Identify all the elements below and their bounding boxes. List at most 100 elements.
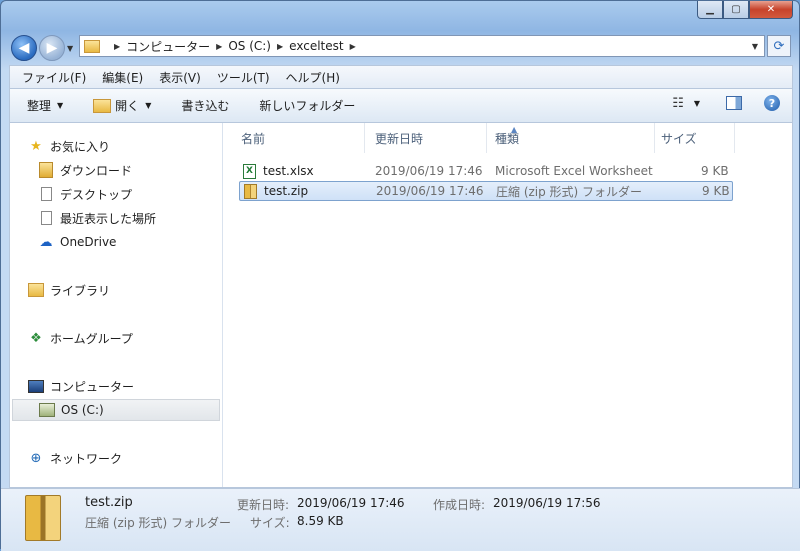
nav-downloads[interactable]: ダウンロード [38,159,132,181]
burn-label: 書き込む [181,99,230,113]
details-file-type: 圧縮 (zip 形式) フォルダー [85,516,232,530]
arrow-right-icon: ▶ [46,40,58,56]
chevron-right-icon[interactable]: ▶ [114,42,120,51]
forward-button[interactable]: ▶ [39,35,65,61]
arrow-left-icon: ◀ [18,40,30,56]
nav-libraries[interactable]: ライブラリ [28,279,110,301]
nav-libraries-label: ライブラリ [50,283,111,298]
nav-recent-places[interactable]: 最近表示した場所 [38,207,156,229]
zip-folder-large-icon [25,495,61,541]
desktop-icon [38,186,54,202]
details-created-label: 作成日時: [433,498,486,512]
nav-recent-label: 最近表示した場所 [60,211,157,226]
star-icon: ★ [30,138,42,154]
computer-icon [28,378,44,394]
nav-drive-c[interactable]: OS (C:) [12,399,220,421]
breadcrumb-drive[interactable]: OS (C:) [228,39,271,53]
file-list: ▲ 名前 更新日時 種類 サイズ X test.xlsx 2019/06/19 … [223,123,792,487]
details-modified-value: 2019/06/19 17:46 [297,496,405,510]
column-type-label: 種類 [495,131,520,146]
file-type: 圧縮 (zip 形式) フォルダー [496,184,643,199]
column-size-label: サイズ [661,131,697,146]
refresh-button[interactable]: ⟳ [767,35,791,57]
details-pane: test.zip 圧縮 (zip 形式) フォルダー 更新日時: 2019/06… [1,488,800,551]
caption-buttons: ▁ ▢ ✕ [697,1,793,19]
chevron-right-icon[interactable]: ▶ [277,42,283,51]
back-button[interactable]: ◀ [11,35,37,61]
menu-edit[interactable]: 編集(E) [102,69,143,86]
burn-button[interactable]: 書き込む [181,97,229,114]
chevron-right-icon[interactable]: ▶ [216,42,222,51]
breadcrumb-computer[interactable]: コンピューター [126,38,210,55]
open-folder-icon [93,98,112,113]
cloud-icon: ☁ [39,234,53,250]
organize-label: 整理 [27,99,52,113]
view-controls: ☷ ▼ ? [672,95,780,111]
open-button[interactable]: 開く ▼ [93,97,151,114]
nav-network[interactable]: ⊕ ネットワーク [28,447,122,469]
menu-bar: ファイル(F) 編集(E) 表示(V) ツール(T) ヘルプ(H) [9,65,793,89]
help-icon[interactable]: ? [764,95,780,111]
nav-homegroup[interactable]: ❖ ホームグループ [28,327,133,349]
nav-network-label: ネットワーク [50,451,123,466]
file-name: test.zip [264,184,309,198]
nav-computer[interactable]: コンピューター [28,375,134,397]
address-bar[interactable]: ▶ コンピューター ▶ OS (C:) ▶ exceltest ▶ ▼ [79,35,765,57]
library-icon [28,282,44,298]
homegroup-icon: ❖ [30,330,42,346]
new-folder-button[interactable]: 新しいフォルダー [259,97,355,114]
nav-homegroup-label: ホームグループ [50,331,133,346]
nav-onedrive[interactable]: ☁ OneDrive [38,231,117,253]
file-row[interactable]: X test.xlsx 2019/06/19 17:46 Microsoft E… [239,161,733,181]
recent-places-icon [38,210,54,226]
zip-folder-icon [244,183,257,199]
recent-pages-dropdown[interactable]: ▼ [67,44,73,53]
new-folder-label: 新しいフォルダー [259,99,356,113]
file-row-selected[interactable]: test.zip 2019/06/19 17:46 圧縮 (zip 形式) フォ… [239,181,733,201]
details-created-value: 2019/06/19 17:56 [493,496,601,510]
file-name: test.xlsx [263,164,314,178]
nav-favorites-label: お気に入り [50,139,111,154]
navigation-pane: ★ お気に入り ダウンロード デスクトップ 最近表示した場所 ☁ OneDriv… [10,123,223,487]
column-size[interactable]: サイズ [655,123,735,153]
menu-tools[interactable]: ツール(T) [217,69,270,86]
column-type[interactable]: 種類 [489,123,655,153]
nav-desktop[interactable]: デスクトップ [38,183,132,205]
file-size: 9 KB [702,184,730,198]
minimize-button[interactable]: ▁ [697,1,723,19]
downloads-icon [38,162,54,178]
address-history-dropdown[interactable]: ▼ [752,42,758,51]
details-modified-label: 更新日時: [237,498,290,512]
close-button[interactable]: ✕ [749,1,793,19]
menu-view[interactable]: 表示(V) [159,69,201,86]
details-size-value: 8.59 KB [297,514,344,528]
content-area: ★ お気に入り ダウンロード デスクトップ 最近表示した場所 ☁ OneDriv… [9,123,793,488]
nav-drive-label: OS (C:) [61,403,104,417]
column-name[interactable]: 名前 [235,123,365,153]
excel-file-icon: X [243,163,256,179]
chevron-down-icon: ▼ [57,101,64,110]
menu-file[interactable]: ファイル(F) [22,69,86,86]
open-label: 開く [115,99,140,113]
menu-help[interactable]: ヘルプ(H) [286,69,340,86]
file-type: Microsoft Excel Worksheet [495,164,653,178]
drive-icon [39,402,55,418]
nav-desktop-label: デスクトップ [60,187,133,202]
maximize-button[interactable]: ▢ [723,1,749,19]
chevron-down-icon: ▼ [145,101,152,110]
organize-button[interactable]: 整理 ▼ [27,97,63,114]
preview-pane-icon[interactable] [726,96,742,110]
nav-downloads-label: ダウンロード [60,163,133,178]
command-bar: 整理 ▼ 開く ▼ 書き込む 新しいフォルダー ☷ ▼ ? [9,89,793,123]
view-dropdown-icon[interactable]: ▼ [694,99,700,108]
nav-onedrive-label: OneDrive [60,235,117,249]
chevron-right-icon[interactable]: ▶ [350,42,356,51]
details-size-label: サイズ: [250,516,290,530]
details-file-name: test.zip [85,495,133,510]
breadcrumb-folder[interactable]: exceltest [289,39,343,53]
column-modified[interactable]: 更新日時 [369,123,487,153]
file-modified: 2019/06/19 17:46 [375,164,483,178]
nav-favorites[interactable]: ★ お気に入り [28,135,110,157]
view-options-icon[interactable]: ☷ [672,96,684,111]
file-size: 9 KB [701,164,729,178]
